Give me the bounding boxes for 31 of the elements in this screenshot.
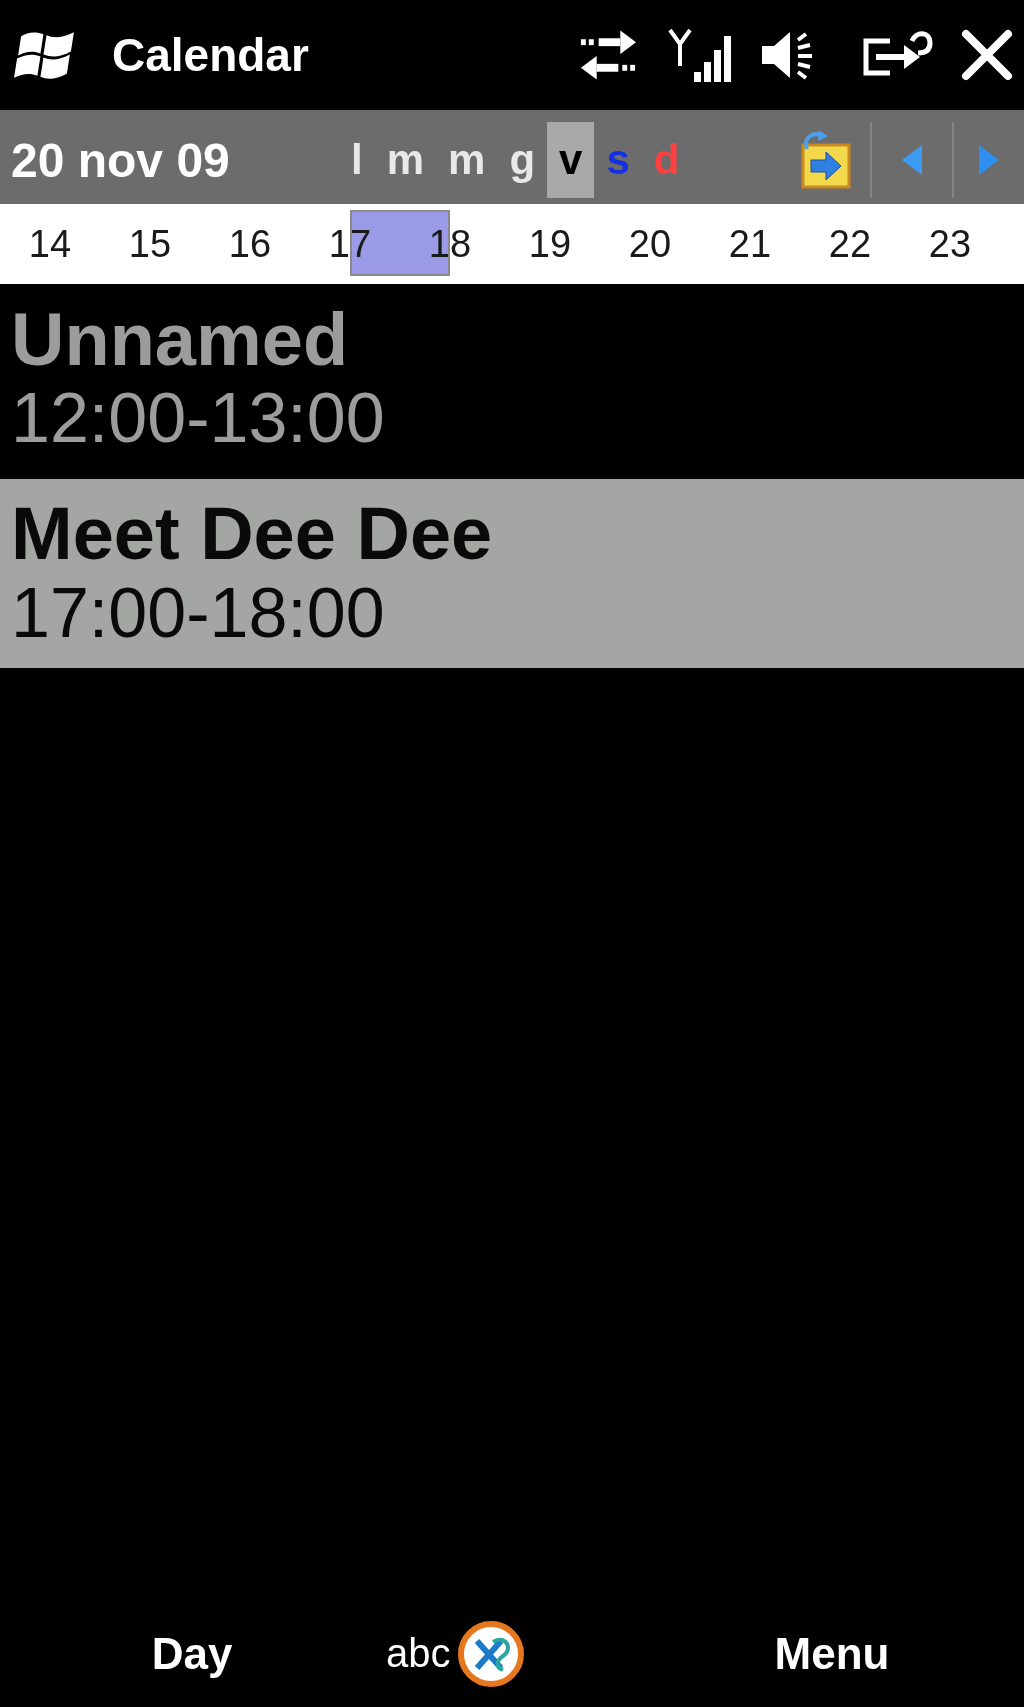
appointment-item[interactable]: Meet Dee Dee 17:00-18:00 [0, 479, 1024, 668]
weekday-tab[interactable]: g [497, 122, 548, 198]
hour-label[interactable]: 20 [628, 222, 672, 266]
date-label: 20 nov 09 [10, 132, 231, 188]
close-icon [960, 28, 1014, 82]
input-mode-button[interactable]: abc [386, 1619, 525, 1688]
day-softkey[interactable]: Day [151, 1628, 233, 1679]
left-triangle-icon [900, 143, 924, 177]
hour-label[interactable]: 21 [728, 222, 772, 266]
ring-cross-icon [456, 1619, 525, 1688]
weekday-tab[interactable]: m [436, 122, 498, 198]
weekday-tab[interactable]: l [339, 122, 375, 198]
weekday-tab[interactable]: v [547, 122, 595, 198]
hour-label[interactable]: 15 [128, 222, 172, 266]
hour-label[interactable]: 16 [228, 222, 272, 266]
weekday-tab[interactable]: m [374, 122, 437, 198]
hour-label[interactable]: 17 [328, 222, 372, 266]
appointment-title: Meet Dee Dee [11, 493, 493, 575]
right-triangle-icon [977, 143, 1001, 177]
hour-label[interactable]: 23 [928, 222, 972, 266]
close-button[interactable] [960, 28, 1014, 82]
hour-label[interactable]: 18 [428, 222, 472, 266]
appointment-time: 17:00-18:00 [11, 574, 385, 652]
hour-label[interactable]: 19 [528, 222, 572, 266]
menu-softkey[interactable]: Menu [774, 1628, 890, 1679]
signal-icon[interactable] [666, 26, 734, 84]
window-title: Calendar [112, 28, 309, 82]
hour-label[interactable]: 22 [828, 222, 872, 266]
appointment-title: Unnamed [11, 299, 349, 381]
appointment-time: 12:00-13:00 [11, 380, 385, 458]
hour-label[interactable]: 14 [28, 222, 72, 266]
